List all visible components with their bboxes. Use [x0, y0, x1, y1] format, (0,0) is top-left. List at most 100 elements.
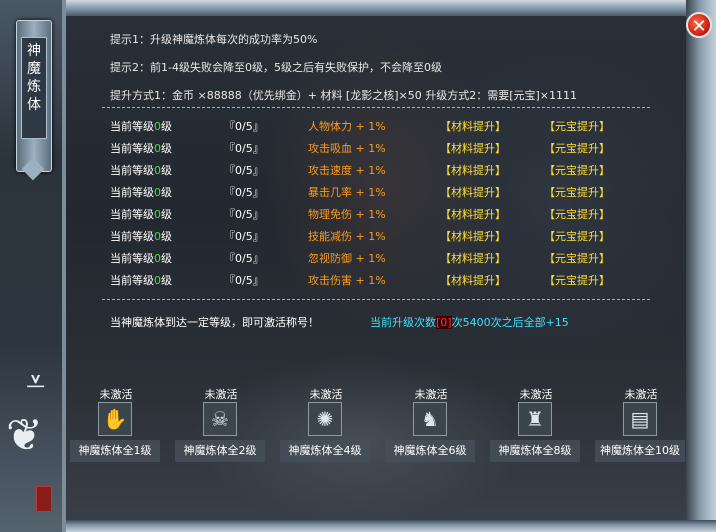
attribute-bonus: 暴击几率 + 1% — [308, 186, 386, 199]
level-number: 0 — [154, 186, 161, 199]
upgrade-count-prefix: 当前升级次数 — [370, 316, 436, 329]
scroll-icon: ▤ — [623, 402, 657, 436]
yuanbao-upgrade-button[interactable]: 【元宝提升】 — [544, 228, 610, 244]
attribute-bonus: 人物体力 + 1% — [308, 120, 386, 133]
material-upgrade-button[interactable]: 【材料提升】 — [440, 228, 506, 244]
yuanbao-upgrade-button[interactable]: 【元宝提升】 — [544, 250, 610, 266]
attribute-row: 当前等级0级 『0/5』 人物体力 + 1% 【材料提升】 【元宝提升】 — [110, 116, 630, 136]
upgrade-methods: 提升方式1：金币 ×88888（优先绑金）+ 材料 [龙影之核]×50 升级方式… — [110, 89, 577, 102]
material-upgrade-button[interactable]: 【材料提升】 — [440, 206, 506, 222]
burst-icon: ✺ — [308, 402, 342, 436]
progress: 『0/5』 — [224, 230, 264, 243]
badge-status: 未激活 — [624, 388, 658, 401]
close-icon: ✕ — [691, 16, 707, 37]
attribute-bonus: 忽视防御 + 1% — [308, 252, 386, 265]
attribute-row: 当前等级0级 『0/5』 攻击吸血 + 1% 【材料提升】 【元宝提升】 — [110, 138, 630, 158]
crane-icon: ❦ — [6, 410, 43, 461]
level-number: 0 — [154, 120, 161, 133]
badge-label: 神魔炼体全6级 — [385, 440, 475, 462]
title-banner-tip — [21, 157, 45, 181]
level-number: 0 — [154, 164, 161, 177]
progress: 『0/5』 — [224, 252, 264, 265]
level-suffix: 级 — [161, 252, 172, 265]
current-level: 当前等级0级 — [110, 118, 172, 134]
divider-bottom — [102, 299, 650, 300]
attribute-row: 当前等级0级 『0/5』 攻击速度 + 1% 【材料提升】 【元宝提升】 — [110, 160, 630, 180]
yuanbao-upgrade-button[interactable]: 【元宝提升】 — [544, 162, 610, 178]
level-prefix: 当前等级 — [110, 164, 154, 177]
material-upgrade-button[interactable]: 【材料提升】 — [440, 272, 506, 288]
level-prefix: 当前等级 — [110, 142, 154, 155]
upgrade-count-value: [0] — [436, 316, 452, 329]
current-level: 当前等级0级 — [110, 184, 172, 200]
attribute-bonus: 物理免伤 + 1% — [308, 208, 386, 221]
title-badge[interactable]: 未激活 ✋ 神魔炼体全1级 — [66, 386, 166, 466]
attribute-bonus: 技能减伤 + 1% — [308, 230, 386, 243]
badge-status: 未激活 — [99, 388, 133, 401]
level-prefix: 当前等级 — [110, 230, 154, 243]
attribute-bonus: 攻击伤害 + 1% — [308, 274, 386, 287]
divider-top — [102, 107, 650, 108]
bottom-border — [0, 520, 716, 532]
badge-status: 未激活 — [204, 388, 238, 401]
level-suffix: 级 — [161, 142, 172, 155]
seal-stamp-icon — [36, 486, 52, 512]
current-level: 当前等级0级 — [110, 250, 172, 266]
attribute-row: 当前等级0级 『0/5』 攻击伤害 + 1% 【材料提升】 【元宝提升】 — [110, 270, 630, 290]
current-level: 当前等级0级 — [110, 272, 172, 288]
current-level: 当前等级0级 — [110, 162, 172, 178]
title-badge[interactable]: 未激活 ♞ 神魔炼体全6级 — [381, 386, 481, 466]
title-badge[interactable]: 未激活 ☠ 神魔炼体全2级 — [171, 386, 271, 466]
current-level: 当前等级0级 — [110, 206, 172, 222]
level-suffix: 级 — [161, 274, 172, 287]
title-badge[interactable]: 未激活 ▤ 神魔炼体全10级 — [591, 386, 691, 466]
badge-status: 未激活 — [309, 388, 343, 401]
badge-status: 未激活 — [414, 388, 448, 401]
attribute-row: 当前等级0级 『0/5』 暴击几率 + 1% 【材料提升】 【元宝提升】 — [110, 182, 630, 202]
claw-icon: ✋ — [98, 402, 132, 436]
yuanbao-upgrade-button[interactable]: 【元宝提升】 — [544, 206, 610, 222]
material-upgrade-button[interactable]: 【材料提升】 — [440, 140, 506, 156]
material-upgrade-button[interactable]: 【材料提升】 — [440, 250, 506, 266]
close-button[interactable]: ✕ — [686, 12, 712, 38]
level-number: 0 — [154, 230, 161, 243]
current-level: 当前等级0级 — [110, 228, 172, 244]
yuanbao-upgrade-button[interactable]: 【元宝提升】 — [544, 118, 610, 134]
top-border — [0, 0, 716, 16]
title-hint: 当神魔炼体到达一定等级，即可激活称号！ — [110, 316, 319, 329]
tip-2: 提示2：前1-4级失败会降至0级，5级之后有失败保护，不会降至0级 — [110, 61, 442, 74]
material-upgrade-button[interactable]: 【材料提升】 — [440, 118, 506, 134]
demon-icon: ♞ — [413, 402, 447, 436]
badge-label: 神魔炼体全4级 — [280, 440, 370, 462]
level-prefix: 当前等级 — [110, 186, 154, 199]
level-number: 0 — [154, 142, 161, 155]
progress: 『0/5』 — [224, 142, 264, 155]
progress: 『0/5』 — [224, 164, 264, 177]
material-upgrade-button[interactable]: 【材料提升】 — [440, 162, 506, 178]
badge-status: 未激活 — [519, 388, 553, 401]
title-badge[interactable]: 未激活 ♜ 神魔炼体全8级 — [486, 386, 586, 466]
progress: 『0/5』 — [224, 186, 264, 199]
badge-label: 神魔炼体全8级 — [490, 440, 580, 462]
level-number: 0 — [154, 252, 161, 265]
attribute-bonus: 攻击速度 + 1% — [308, 164, 386, 177]
yuanbao-upgrade-button[interactable]: 【元宝提升】 — [544, 184, 610, 200]
material-upgrade-button[interactable]: 【材料提升】 — [440, 184, 506, 200]
window-title: 神魔炼体 — [27, 43, 41, 113]
left-panel: 神魔炼体 ⩡ ❦ — [0, 0, 66, 532]
beast-icon: ♜ — [518, 402, 552, 436]
attribute-bonus: 攻击吸血 + 1% — [308, 142, 386, 155]
window: 神魔炼体 ⩡ ❦ 提示1：升级神魔炼体每次的成功率为50% 提示2：前1-4级失… — [0, 0, 716, 532]
badge-label: 神魔炼体全2级 — [175, 440, 265, 462]
level-prefix: 当前等级 — [110, 252, 154, 265]
yuanbao-upgrade-button[interactable]: 【元宝提升】 — [544, 272, 610, 288]
level-prefix: 当前等级 — [110, 120, 154, 133]
progress: 『0/5』 — [224, 120, 264, 133]
upgrade-count-text: 当前升级次数[0]次5400次之后全部+15 — [370, 314, 569, 330]
content-area: 提示1：升级神魔炼体每次的成功率为50% 提示2：前1-4级失败会降至0级，5级… — [66, 16, 686, 520]
upgrade-count-suffix: 次5400次之后全部+15 — [451, 316, 569, 329]
yuanbao-upgrade-button[interactable]: 【元宝提升】 — [544, 140, 610, 156]
title-badge[interactable]: 未激活 ✺ 神魔炼体全4级 — [276, 386, 376, 466]
badge-label: 神魔炼体全10级 — [595, 440, 685, 462]
skull-icon: ☠ — [203, 402, 237, 436]
